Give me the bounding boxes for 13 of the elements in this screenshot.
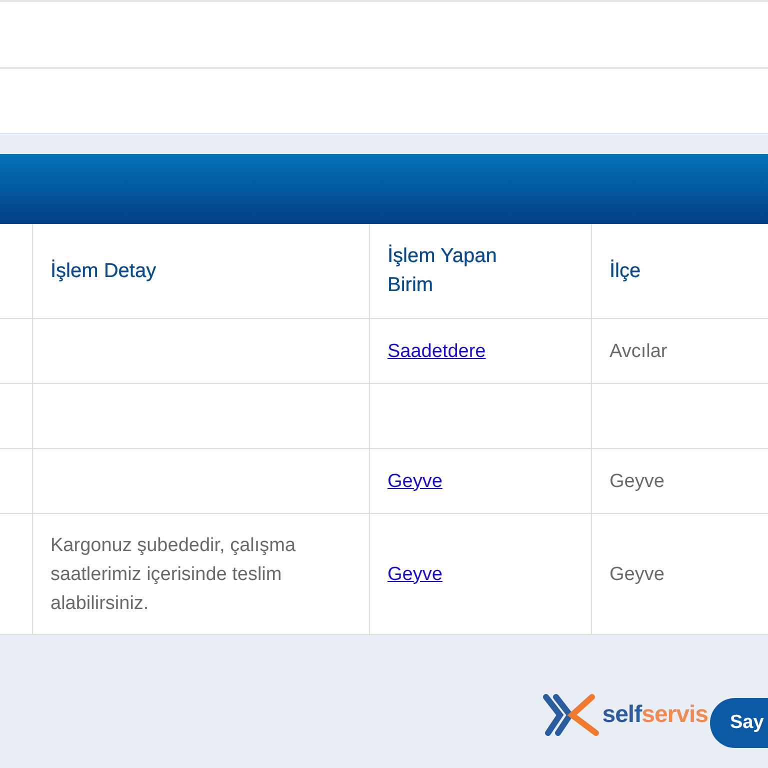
column-header: İşlem Yapan Birim [388,244,498,298]
unit-link[interactable]: Geyve [388,564,442,584]
column-header: İlçe [610,258,641,284]
unit-link[interactable]: Geyve [388,470,442,492]
table-cell: Kargonuz şubededir, çalışma saatlerimiz içerisinde teslim alabilirsiniz. [50,534,296,614]
table-cell: Avcılar [610,340,668,362]
column-header: İşlem Detay [50,258,156,284]
table-cell: Geyve [610,564,664,584]
unit-link[interactable]: Saadetdere [388,340,486,362]
logo-icon [543,694,600,736]
table-cell: Geyve [610,470,664,492]
submit-button[interactable]: Say [710,698,768,748]
logo-text: selfservis [602,701,708,729]
